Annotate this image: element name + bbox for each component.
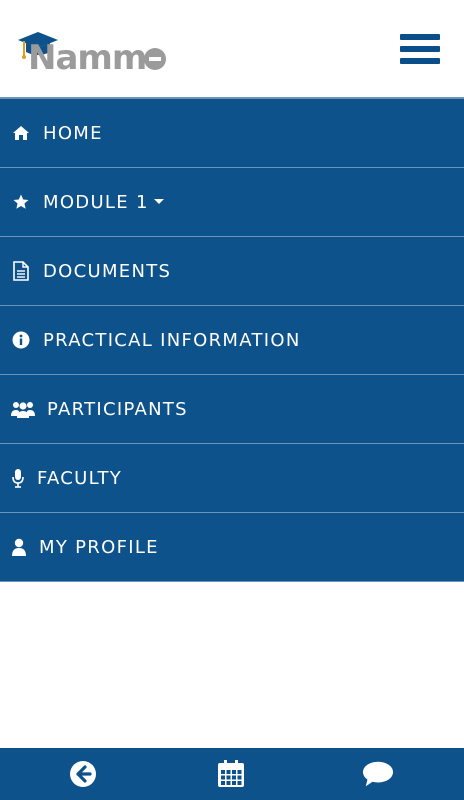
calendar-icon[interactable] [215,758,247,790]
nammo-logo: Namm [16,28,176,78]
bottom-nav-bar [0,748,464,800]
menu-item-module-1[interactable]: MODULE 1 [0,167,464,236]
document-icon [11,261,31,281]
star-icon [11,192,31,212]
menu-item-label: MODULE 1 [43,191,149,213]
caret-down-icon [153,193,165,211]
main-menu: HOME MODULE 1 DOCUMENTS PRACTICAL INFORM… [0,97,464,582]
menu-item-faculty[interactable]: FACULTY [0,443,464,512]
home-icon [11,123,31,143]
menu-item-documents[interactable]: DOCUMENTS [0,236,464,305]
menu-item-my-profile[interactable]: MY PROFILE [0,512,464,582]
user-icon [11,537,27,557]
menu-item-label: MY PROFILE [39,536,159,558]
users-icon [11,399,35,419]
menu-item-label: PARTICIPANTS [47,398,188,420]
menu-item-label: FACULTY [37,467,123,489]
app-header: Namm [0,0,464,97]
back-arrow-icon[interactable] [67,758,99,790]
menu-item-label: PRACTICAL INFORMATION [43,329,301,351]
logo-text: Namm [28,38,147,78]
chat-icon[interactable] [362,758,394,790]
menu-item-participants[interactable]: PARTICIPANTS [0,374,464,443]
logo-o-mark [144,48,166,70]
menu-item-home[interactable]: HOME [0,97,464,167]
hamburger-icon[interactable] [400,34,440,66]
info-icon [11,330,31,350]
menu-item-label: DOCUMENTS [43,260,172,282]
menu-item-label: HOME [43,122,103,144]
microphone-icon [11,468,25,488]
menu-item-practical-information[interactable]: PRACTICAL INFORMATION [0,305,464,374]
